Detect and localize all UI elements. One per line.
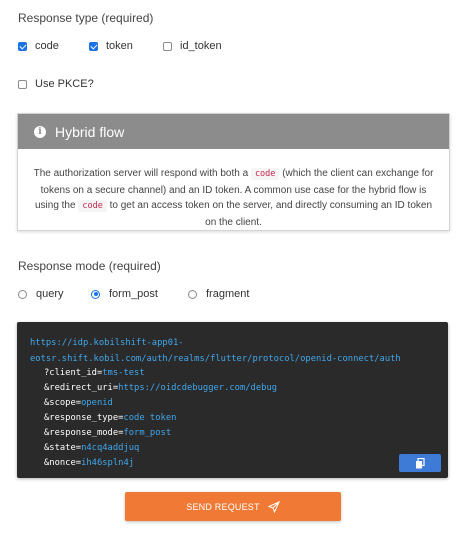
radio-query[interactable] <box>18 289 27 299</box>
url-param-state: &state=n4cq4addjuq <box>44 443 139 453</box>
hybrid-flow-title: Hybrid flow <box>55 123 125 140</box>
param-value: tms-test <box>102 368 145 378</box>
param-key: &nonce= <box>44 458 82 468</box>
url-param-response-type: &response_type=code token <box>44 413 176 423</box>
response-mode-form-post-option[interactable]: form_post <box>91 288 158 300</box>
response-type-id-token-option[interactable]: id_token <box>163 40 222 52</box>
description-text-3: to get an access token on the server, an… <box>109 200 433 228</box>
radio-form-post[interactable] <box>91 289 100 299</box>
url-host-line: https://idp.kobilshift-app01- <box>30 338 184 348</box>
option-label-token: token <box>106 40 133 52</box>
param-key: &redirect_uri= <box>44 383 119 393</box>
response-type-token-option[interactable]: token <box>89 40 133 52</box>
radio-fragment[interactable] <box>188 289 197 299</box>
pkce-label: Use PKCE? <box>35 78 94 90</box>
checkbox-pkce[interactable] <box>18 79 27 89</box>
hybrid-flow-card: i Hybrid flow The authorization server w… <box>17 113 450 231</box>
option-label-query: query <box>36 288 64 300</box>
param-value: form_post <box>123 428 172 438</box>
url-param-scope: &scope=openid <box>44 398 113 408</box>
option-label-form-post: form_post <box>109 288 158 300</box>
option-label-id-token: id_token <box>180 40 222 52</box>
hybrid-flow-description: The authorization server will respond wi… <box>18 149 449 230</box>
url-path-line: eotsr.shift.kobil.com/auth/realms/flutte… <box>30 354 401 364</box>
hybrid-flow-header: i Hybrid flow <box>18 114 449 149</box>
send-request-label: SEND REQUEST <box>186 501 260 512</box>
send-paper-plane-icon <box>267 500 280 513</box>
response-type-label: Response type (required) <box>18 11 154 25</box>
param-key: &state= <box>44 443 82 453</box>
code-tag-2: code <box>78 200 107 212</box>
url-param-response-mode: &response_mode=form_post <box>44 428 171 438</box>
code-tag-1: code <box>250 168 280 180</box>
send-request-button[interactable]: SEND REQUEST <box>125 492 341 521</box>
param-key: ?client_id= <box>44 368 103 378</box>
authorization-url-box: https://idp.kobilshift-app01- eotsr.shif… <box>17 322 448 478</box>
param-key: &response_type= <box>44 413 124 423</box>
checkbox-id-token[interactable] <box>163 41 172 51</box>
response-mode-fragment-option[interactable]: fragment <box>188 288 249 300</box>
option-label-code: code <box>35 40 59 52</box>
param-value: https://oidcdebugger.com/debug <box>118 383 278 393</box>
url-param-nonce: &nonce=ih46spln4j <box>44 458 134 468</box>
pkce-option[interactable]: Use PKCE? <box>18 78 94 90</box>
param-value: openid <box>81 398 113 408</box>
info-icon: i <box>34 125 46 138</box>
param-key: &scope= <box>44 398 82 408</box>
option-label-fragment: fragment <box>206 288 250 300</box>
param-value: ih46spln4j <box>81 458 135 468</box>
response-mode-label: Response mode (required) <box>18 259 161 273</box>
response-mode-query-option[interactable]: query <box>18 288 64 300</box>
copy-icon <box>416 457 425 468</box>
copy-button[interactable] <box>399 454 441 472</box>
description-text-1: The authorization server will respond wi… <box>33 168 249 179</box>
response-type-code-option[interactable]: code <box>18 40 59 52</box>
checkbox-code[interactable] <box>18 41 27 51</box>
url-param-redirect-uri: &redirect_uri=https://oidcdebugger.com/d… <box>44 383 277 393</box>
checkbox-token[interactable] <box>89 41 98 51</box>
param-key: &response_mode= <box>44 428 124 438</box>
url-param-client-id: ?client_id=tms-test <box>44 368 145 378</box>
param-value: n4cq4addjuq <box>81 443 140 453</box>
param-value: code token <box>123 413 177 423</box>
